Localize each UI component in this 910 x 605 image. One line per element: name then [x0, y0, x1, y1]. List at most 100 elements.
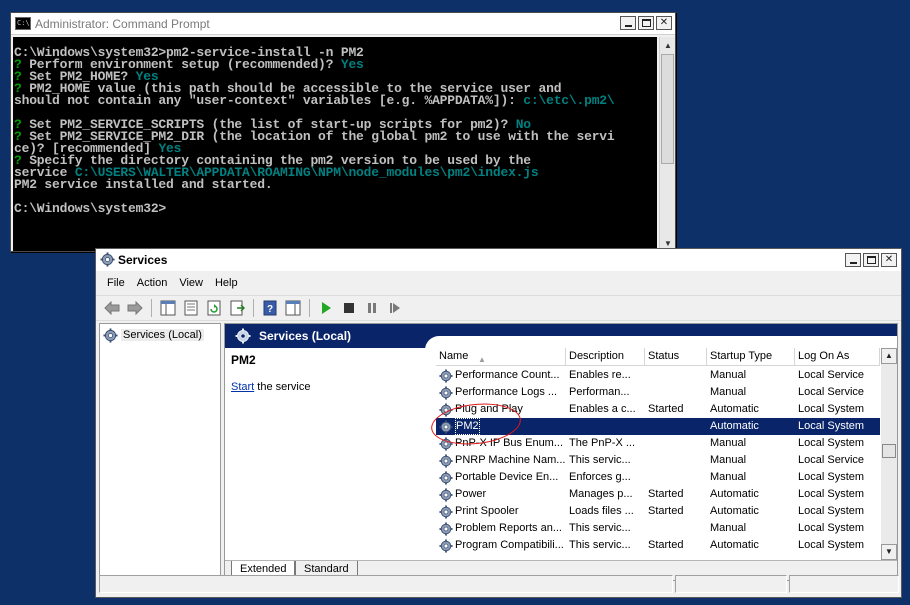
console-line: PM2 service installed and started.: [14, 178, 657, 191]
column-header-name[interactable]: Name ▲: [436, 348, 566, 366]
tree-item-services-local[interactable]: Services (Local): [103, 327, 204, 343]
services-title-bar[interactable]: Services ✕: [96, 249, 901, 271]
column-header-description[interactable]: Description: [566, 348, 645, 366]
service-row[interactable]: Portable Device En... Enforces g... Manual…: [436, 469, 880, 486]
show-hide-action-pane-button[interactable]: [283, 298, 303, 318]
minimize-button[interactable]: [845, 253, 861, 267]
start-service-link[interactable]: Start: [231, 381, 254, 393]
export-list-button[interactable]: [227, 298, 247, 318]
pause-service-button[interactable]: [362, 298, 382, 318]
scroll-up-arrow-icon[interactable]: ▲: [660, 37, 676, 53]
menu-file[interactable]: File: [101, 277, 131, 289]
service-log-on-as: Local System: [798, 539, 865, 551]
status-segment: [675, 575, 787, 593]
gear-icon: [100, 252, 115, 267]
service-status: Started: [648, 539, 684, 551]
list-header: Name ▲ Description Status Startup Type Lo…: [436, 348, 880, 366]
maximize-button[interactable]: [863, 253, 879, 267]
scroll-thumb[interactable]: [882, 444, 896, 458]
services-window[interactable]: Services ✕ File Action View Help ? Servi…: [95, 248, 902, 598]
service-description: Enables re...: [569, 369, 631, 381]
service-name-cell: Performance Count...: [436, 367, 566, 384]
close-icon: ✕: [659, 17, 669, 28]
stop-service-button[interactable]: [339, 298, 359, 318]
service-action-text: the service: [254, 381, 311, 393]
service-row[interactable]: Program Compatibili... This servic... Star…: [436, 537, 880, 554]
properties-button[interactable]: [181, 298, 201, 318]
minimize-button[interactable]: [620, 16, 636, 30]
gear-icon: [439, 368, 453, 383]
gear-icon: [235, 328, 251, 344]
service-name-cell: Problem Reports an...: [436, 520, 566, 537]
service-row[interactable]: PM2 Automatic Local System: [436, 418, 880, 435]
service-status: [645, 384, 707, 401]
cmd-title-bar[interactable]: C:\ Administrator: Command Prompt ✕: [11, 13, 675, 35]
export-list-icon: [230, 300, 245, 316]
service-description: Performan...: [569, 386, 630, 398]
service-row[interactable]: PNRP Machine Nam... This servic... Manual L…: [436, 452, 880, 469]
service-name-cell: Power: [436, 486, 566, 503]
service-row[interactable]: Plug and Play Enables a c... Started Automa…: [436, 401, 880, 418]
menu-view[interactable]: View: [173, 277, 209, 289]
console-output[interactable]: C:\Windows\system32>pm2-service-install …: [13, 37, 657, 251]
minimize-icon: [624, 25, 632, 27]
sort-ascending-icon: ▲: [478, 355, 486, 364]
service-description: This servic...: [569, 539, 631, 551]
column-header-status[interactable]: Status: [645, 348, 707, 366]
command-prompt-window[interactable]: C:\ Administrator: Command Prompt ✕ C:\W…: [10, 12, 676, 252]
help-button[interactable]: ?: [260, 298, 280, 318]
close-button[interactable]: ✕: [881, 253, 897, 267]
gear-icon: [439, 470, 453, 485]
extended-detail-pane: PM2 Start the service: [225, 348, 433, 560]
service-row[interactable]: Performance Count... Enables re... Manual L…: [436, 367, 880, 384]
show-hide-console-tree-button[interactable]: [158, 298, 178, 318]
restart-service-button[interactable]: [385, 298, 405, 318]
menu-action[interactable]: Action: [131, 277, 174, 289]
column-header-log-on-as[interactable]: Log On As: [795, 348, 880, 366]
refresh-button[interactable]: [204, 298, 224, 318]
back-button[interactable]: [102, 298, 122, 318]
maximize-button[interactable]: [638, 16, 654, 30]
forward-button[interactable]: [125, 298, 145, 318]
service-row[interactable]: Performance Logs ... Performan... Manual Lo…: [436, 384, 880, 401]
start-service-button[interactable]: [316, 298, 336, 318]
service-log-on-as: Local System: [798, 522, 865, 534]
service-log-on-as: Local System: [798, 420, 865, 432]
refresh-icon: [207, 300, 221, 316]
service-name-cell: Portable Device En...: [436, 469, 566, 486]
selected-service-title: PM2: [231, 353, 256, 367]
service-log-on-as: Local Service: [798, 369, 865, 381]
service-startup-type: Automatic: [710, 403, 759, 415]
column-header-name-label: Name: [439, 350, 469, 362]
gear-icon: [439, 385, 453, 400]
service-description: [566, 418, 645, 435]
column-header-startup-type[interactable]: Startup Type: [707, 348, 795, 366]
cmd-window-title: Administrator: Command Prompt: [35, 17, 210, 31]
gear-icon: [439, 521, 453, 536]
service-name-cell: PnP-X IP Bus Enum...: [436, 435, 566, 452]
service-row[interactable]: Print Spooler Loads files ... Started Autom…: [436, 503, 880, 520]
service-row[interactable]: PnP-X IP Bus Enum... The PnP-X ... Manual L…: [436, 435, 880, 452]
service-row[interactable]: Problem Reports an... This servic... Manua…: [436, 520, 880, 537]
service-log-on-as: Local Service: [798, 386, 865, 398]
start-service-icon: [322, 302, 331, 314]
toolbar: ?: [96, 295, 901, 321]
gear-icon: [439, 504, 453, 519]
scroll-thumb[interactable]: [661, 54, 674, 164]
cmd-scrollbar[interactable]: ▲ ▼: [659, 37, 675, 251]
show-hide-console-tree-icon: [160, 300, 176, 316]
close-button[interactable]: ✕: [656, 16, 672, 30]
list-scrollbar[interactable]: ▲ ▼: [881, 348, 897, 560]
service-row[interactable]: Power Manages p... Started Automatic Local S…: [436, 486, 880, 503]
services-window-title: Services: [118, 253, 168, 267]
menu-help[interactable]: Help: [209, 277, 244, 289]
scroll-up-arrow-icon[interactable]: ▲: [881, 348, 897, 364]
services-list: Name ▲ Description Status Startup Type Lo…: [436, 348, 880, 560]
service-log-on-as: Local System: [798, 488, 865, 500]
service-name: PNRP Machine Nam...: [455, 454, 566, 466]
gear-icon: [439, 419, 453, 434]
gear-icon: [439, 402, 453, 417]
service-action: Start the service: [231, 381, 310, 393]
scroll-down-arrow-icon[interactable]: ▼: [881, 544, 897, 560]
service-description: The PnP-X ...: [569, 437, 636, 449]
